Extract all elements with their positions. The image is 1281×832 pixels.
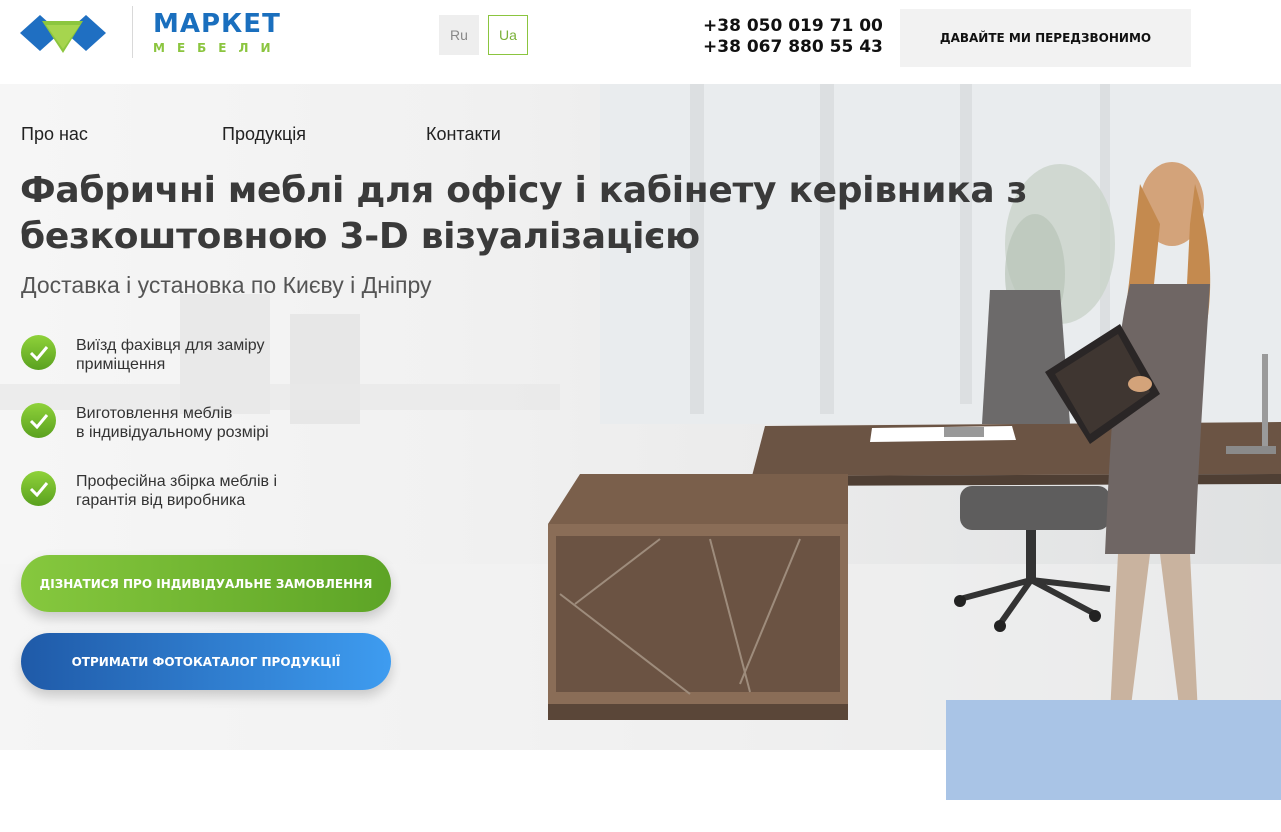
feature-text: Професійна збірка меблів і гарантія від … <box>76 472 336 510</box>
check-circle-icon <box>21 403 56 438</box>
feature-item-assembly: Професійна збірка меблів і гарантія від … <box>21 471 336 510</box>
nav-about-link[interactable]: Про нас <box>21 124 88 145</box>
logo-text: МАРКЕТ МЕБЕЛИ <box>153 9 283 55</box>
nav-contacts-link[interactable]: Контакти <box>426 124 501 145</box>
feature-text: Виготовлення меблів в індивідуальному ро… <box>76 404 336 442</box>
phone-2-link[interactable]: +38 067 880 55 43 <box>703 37 883 58</box>
hero-title-line-1: Фабричні меблі для офісу і кабінету кері… <box>20 170 1028 211</box>
hero-title: Фабричні меблі для офісу і кабінету кері… <box>20 168 1120 260</box>
logo-divider <box>132 6 133 58</box>
feature-item-measure: Виїзд фахівця для заміру приміщення <box>21 335 336 374</box>
individual-order-button[interactable]: ДІЗНАТИСЯ ПРО ІНДИВІДУАЛЬНЕ ЗАМОВЛЕННЯ <box>21 555 391 612</box>
hero-title-line-2: безкоштовною 3-D візуалізацією <box>20 216 700 257</box>
feature-line: Професійна збірка меблів і <box>76 473 278 490</box>
logo-title: МАРКЕТ <box>153 9 281 39</box>
feature-text: Виїзд фахівця для заміру приміщення <box>76 336 336 374</box>
callback-button[interactable]: ДАВАЙТЕ МИ ПЕРЕДЗВОНИМО <box>900 9 1191 67</box>
logo[interactable]: МАРКЕТ МЕБЕЛИ <box>20 6 283 58</box>
hero-accent-block <box>946 700 1281 800</box>
site-header: МАРКЕТ МЕБЕЛИ Ru Ua +38 050 019 71 00 +3… <box>0 0 1281 84</box>
logo-diamonds-icon <box>20 15 106 53</box>
language-ru-button[interactable]: Ru <box>439 15 479 55</box>
phone-numbers: +38 050 019 71 00 +38 067 880 55 43 <box>703 16 883 58</box>
photo-catalog-button[interactable]: ОТРИМАТИ ФОТОКАТАЛОГ ПРОДУКЦІЇ <box>21 633 391 690</box>
feature-line: гарантія від виробника <box>76 492 246 509</box>
feature-line: Виїзд фахівця для заміру <box>76 337 265 354</box>
check-circle-icon <box>21 471 56 506</box>
logo-subtitle: МЕБЕЛИ <box>153 41 283 55</box>
language-ua-button[interactable]: Ua <box>488 15 528 55</box>
check-circle-icon <box>21 335 56 370</box>
phone-1-link[interactable]: +38 050 019 71 00 <box>703 16 883 37</box>
nav-products-link[interactable]: Продукція <box>222 124 306 145</box>
hero-subtitle: Доставка і установка по Києву і Дніпру <box>21 272 432 298</box>
feature-line: в індивідуальному розмірі <box>76 424 269 441</box>
feature-item-custom-size: Виготовлення меблів в індивідуальному ро… <box>21 403 336 442</box>
feature-line: приміщення <box>76 356 166 373</box>
feature-line: Виготовлення меблів <box>76 405 233 422</box>
